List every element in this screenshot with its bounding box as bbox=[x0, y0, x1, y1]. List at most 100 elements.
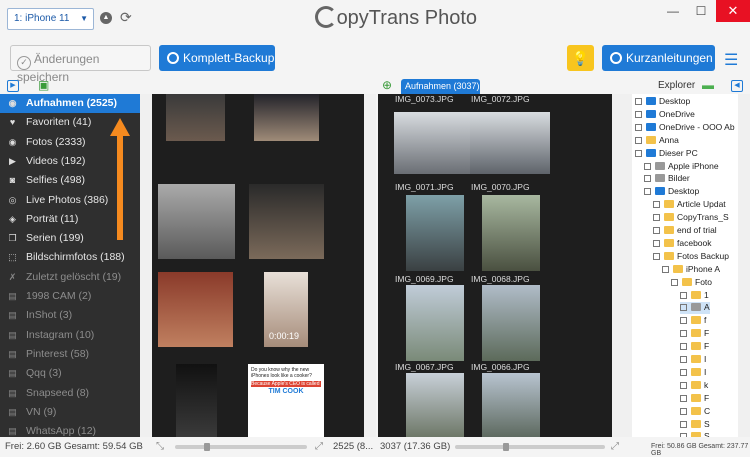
eject-icon[interactable]: ▲ bbox=[100, 12, 112, 24]
expand-checkbox-icon[interactable] bbox=[635, 98, 642, 105]
photo-thumbnail[interactable] bbox=[470, 112, 550, 174]
photo-thumbnail[interactable] bbox=[158, 184, 235, 259]
tree-node[interactable]: Fotos Backup bbox=[653, 251, 729, 263]
sidebar-item[interactable]: ▤ Snapseed (8) bbox=[0, 384, 140, 403]
tree-node[interactable]: S bbox=[680, 419, 710, 431]
maximize-button[interactable]: ☐ bbox=[688, 0, 714, 22]
tree-node[interactable]: I bbox=[680, 354, 706, 366]
expand-checkbox-icon[interactable] bbox=[680, 420, 687, 428]
sidebar-item[interactable]: ▤ Instagram (10) bbox=[0, 326, 140, 345]
tree-node[interactable]: CopyTrans_S bbox=[653, 212, 729, 224]
expand-checkbox-icon[interactable] bbox=[680, 330, 687, 338]
expand-checkbox-icon[interactable] bbox=[680, 291, 687, 299]
lightbulb-icon[interactable]: 💡 bbox=[567, 45, 594, 71]
expand-checkbox-icon[interactable] bbox=[680, 368, 687, 376]
refresh-icon[interactable]: ⟳ bbox=[120, 9, 132, 26]
tree-node[interactable]: Desktop bbox=[635, 96, 690, 108]
tree-node[interactable]: I bbox=[680, 367, 706, 379]
expand-checkbox-icon[interactable] bbox=[644, 188, 651, 196]
video-thumbnail[interactable]: 0:00:19 bbox=[264, 272, 308, 347]
device-grid-scrollbar[interactable] bbox=[612, 94, 632, 437]
photo-thumbnail[interactable] bbox=[406, 195, 464, 271]
collapse-square-icon[interactable]: ◀ bbox=[731, 80, 743, 92]
photo-thumbnail[interactable] bbox=[249, 184, 324, 259]
tree-node[interactable]: Desktop bbox=[644, 186, 699, 198]
tree-node[interactable]: Anna bbox=[635, 135, 679, 147]
expand-checkbox-icon[interactable] bbox=[635, 149, 642, 157]
expand-checkbox-icon[interactable] bbox=[653, 252, 660, 260]
tree-node[interactable]: facebook bbox=[653, 238, 712, 250]
tree-node[interactable]: C bbox=[680, 406, 710, 418]
expand-checkbox-icon[interactable] bbox=[653, 201, 660, 209]
sidebar-item[interactable]: ◉ Aufnahmen (2525) bbox=[0, 94, 140, 113]
sidebar-item[interactable]: ✗ Zuletzt gelöscht (19) bbox=[0, 268, 140, 287]
expand-checkbox-icon[interactable] bbox=[680, 343, 687, 351]
expand-checkbox-icon[interactable] bbox=[680, 356, 687, 363]
photo-thumbnail[interactable] bbox=[166, 94, 225, 141]
close-button[interactable]: ✕ bbox=[716, 0, 750, 22]
tree-node[interactable]: F bbox=[680, 328, 709, 340]
meme-thumbnail[interactable]: Do you know why the new iPhones look lik… bbox=[248, 364, 324, 437]
full-backup-button[interactable]: Komplett-Backup bbox=[159, 45, 275, 71]
expand-checkbox-icon[interactable] bbox=[653, 227, 660, 234]
play-square-icon[interactable]: ▶ bbox=[7, 80, 19, 92]
tree-node[interactable]: Foto bbox=[671, 277, 712, 289]
sidebar-item[interactable]: ⬚ Bildschirmfotos (188) bbox=[0, 248, 140, 267]
expand-checkbox-icon[interactable] bbox=[680, 407, 687, 415]
photo-thumbnail[interactable] bbox=[406, 373, 464, 437]
tree-node[interactable]: Bilder bbox=[644, 173, 690, 185]
save-changes-button[interactable]: ✓ Änderungen speichern bbox=[10, 45, 151, 84]
sidebar-item[interactable]: ▤ 1998 CAM (2) bbox=[0, 287, 140, 306]
photo-thumbnail[interactable] bbox=[482, 285, 540, 361]
shrink-icon[interactable]: ⤡ bbox=[156, 441, 164, 452]
quick-guides-button[interactable]: Kurzanleitungen bbox=[602, 45, 715, 71]
tree-node[interactable]: 1 bbox=[680, 290, 709, 302]
photo-thumbnail[interactable] bbox=[254, 94, 319, 141]
expand-icon[interactable]: ⤢ bbox=[315, 441, 323, 452]
expand-checkbox-icon[interactable] bbox=[635, 136, 642, 144]
expand-checkbox-icon[interactable] bbox=[653, 214, 660, 222]
menu-icon[interactable]: ☰ bbox=[724, 50, 738, 70]
pc-grid-scrollbar[interactable] bbox=[364, 94, 376, 437]
expand-checkbox-icon[interactable] bbox=[662, 265, 669, 273]
expand-checkbox-icon[interactable] bbox=[680, 381, 687, 389]
photo-thumbnail[interactable] bbox=[158, 272, 233, 347]
photo-thumbnail[interactable] bbox=[482, 373, 540, 437]
expand-checkbox-icon[interactable] bbox=[680, 317, 687, 325]
tree-node[interactable]: A bbox=[680, 302, 710, 315]
pc-zoom-handle[interactable] bbox=[204, 443, 210, 451]
tree-node[interactable]: f bbox=[680, 315, 706, 327]
expand-checkbox-icon[interactable] bbox=[680, 304, 687, 312]
pc-zoom-slider[interactable] bbox=[175, 445, 307, 449]
photo-thumbnail[interactable] bbox=[176, 364, 217, 437]
add-photo-icon[interactable]: ⊕ bbox=[382, 78, 392, 92]
sidebar-item[interactable]: ▤ VN (9) bbox=[0, 403, 140, 422]
expand-checkbox-icon[interactable] bbox=[653, 239, 660, 247]
tree-node[interactable]: OneDrive bbox=[635, 109, 695, 121]
tree-node[interactable]: OneDrive - OOO Ab bbox=[635, 122, 735, 134]
photo-thumbnail[interactable] bbox=[394, 112, 474, 174]
tree-node[interactable]: F bbox=[680, 341, 709, 353]
expand-checkbox-icon[interactable] bbox=[635, 110, 642, 118]
sidebar-item[interactable]: ▤ Pinterest (58) bbox=[0, 345, 140, 364]
device-selector[interactable]: 1: iPhone 11 ▼ bbox=[7, 8, 94, 30]
expand-checkbox-icon[interactable] bbox=[635, 123, 642, 131]
tree-node[interactable]: Article Updat bbox=[653, 199, 726, 211]
expand-checkbox-icon[interactable] bbox=[671, 278, 678, 286]
photo-thumbnail[interactable] bbox=[406, 285, 464, 361]
tree-node[interactable]: end of trial bbox=[653, 225, 717, 237]
device-zoom-handle[interactable] bbox=[503, 443, 509, 451]
tree-node[interactable]: Apple iPhone bbox=[644, 161, 719, 173]
tab-device-photos[interactable]: Aufnahmen (3037) bbox=[401, 79, 480, 94]
tree-node[interactable]: Dieser PC bbox=[635, 148, 698, 160]
expand-checkbox-icon[interactable] bbox=[644, 162, 651, 170]
sidebar-item[interactable]: ▤ InShot (3) bbox=[0, 306, 140, 325]
minimize-button[interactable]: — bbox=[660, 0, 686, 22]
sidebar-scrollbar[interactable] bbox=[140, 94, 152, 437]
expand-checkbox-icon[interactable] bbox=[680, 394, 687, 402]
explorer-scrollbar[interactable] bbox=[738, 94, 750, 437]
device-zoom-slider[interactable] bbox=[455, 445, 605, 449]
photo-thumbnail[interactable] bbox=[482, 195, 540, 271]
add-album-icon[interactable]: ▣ bbox=[38, 78, 49, 92]
expand-checkbox-icon[interactable] bbox=[644, 175, 651, 183]
